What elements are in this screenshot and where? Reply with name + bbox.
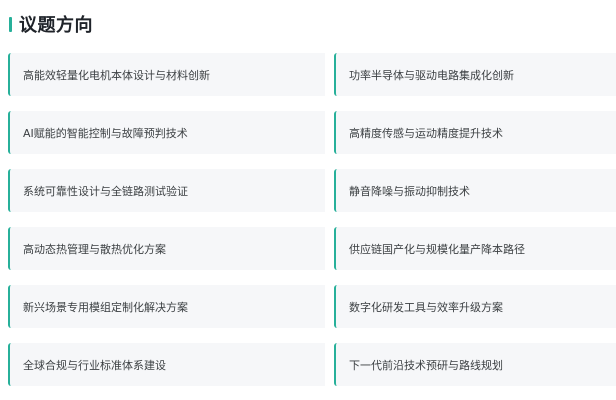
topic-label: 新兴场景专用模组定制化解决方案 <box>23 300 188 314</box>
topic-label: 系统可靠性设计与全链路测试验证 <box>23 184 188 198</box>
topic-card[interactable]: 供应链国产化与规模化量产降本路径 <box>334 227 616 270</box>
topic-card[interactable]: 功率半导体与驱动电路集成化创新 <box>334 53 616 96</box>
topic-card[interactable]: 数字化研发工具与效率升级方案 <box>334 285 616 328</box>
topic-label: 高能效轻量化电机本体设计与材料创新 <box>23 68 210 82</box>
topic-label: 供应链国产化与规模化量产降本路径 <box>349 242 525 256</box>
topic-label: 静音降噪与振动抑制技术 <box>349 184 470 198</box>
topic-card[interactable]: 高精度传感与运动精度提升技术 <box>334 111 616 154</box>
topic-card[interactable]: 全球合规与行业标准体系建设 <box>8 343 325 386</box>
topic-grid: 高能效轻量化电机本体设计与材料创新 功率半导体与驱动电路集成化创新 AI赋能的智… <box>8 53 616 386</box>
topic-label: AI赋能的智能控制与故障预判技术 <box>23 126 188 140</box>
topic-label: 高动态热管理与散热优化方案 <box>23 242 166 256</box>
topic-card[interactable]: AI赋能的智能控制与故障预判技术 <box>8 111 325 154</box>
topic-card[interactable]: 系统可靠性设计与全链路测试验证 <box>8 169 325 212</box>
topic-card[interactable]: 下一代前沿技术预研与路线规划 <box>334 343 616 386</box>
topic-label: 数字化研发工具与效率升级方案 <box>349 300 503 314</box>
section-header: 议题方向 <box>9 12 93 36</box>
topic-section: 议题方向 高能效轻量化电机本体设计与材料创新 功率半导体与驱动电路集成化创新 A… <box>0 0 616 400</box>
topic-label: 功率半导体与驱动电路集成化创新 <box>349 68 514 82</box>
topic-label: 高精度传感与运动精度提升技术 <box>349 126 503 140</box>
topic-label: 全球合规与行业标准体系建设 <box>23 358 166 372</box>
topic-card[interactable]: 静音降噪与振动抑制技术 <box>334 169 616 212</box>
section-title: 议题方向 <box>19 15 93 36</box>
topic-card[interactable]: 高能效轻量化电机本体设计与材料创新 <box>8 53 325 96</box>
accent-bar <box>9 16 12 32</box>
topic-card[interactable]: 高动态热管理与散热优化方案 <box>8 227 325 270</box>
topic-card[interactable]: 新兴场景专用模组定制化解决方案 <box>8 285 325 328</box>
topic-label: 下一代前沿技术预研与路线规划 <box>349 358 503 372</box>
